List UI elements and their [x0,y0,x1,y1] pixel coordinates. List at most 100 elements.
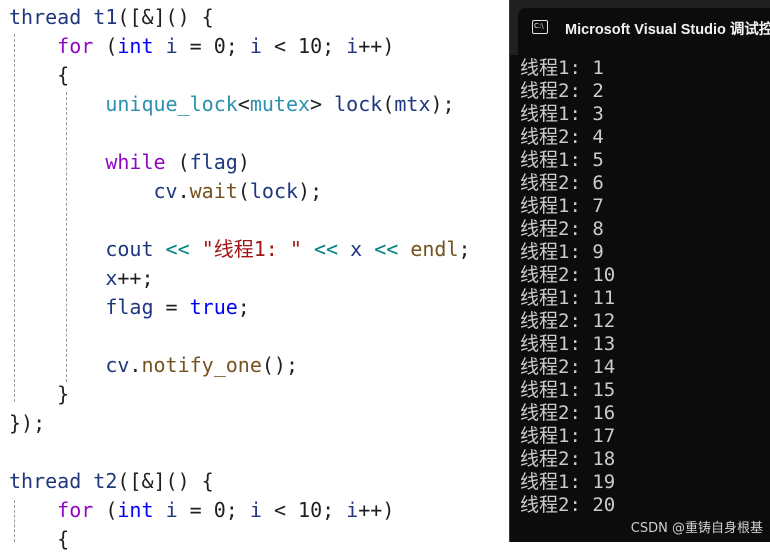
code-token: ( [382,92,395,116]
code-token: lock [334,92,383,116]
code-token: ++) [358,34,395,58]
code-token: thread [9,469,94,493]
code-line[interactable]: { [9,61,69,90]
console-output-line: 线程2: 12 [520,310,616,332]
console-titlebar[interactable]: C:\ Microsoft Visual Studio 调试控 [510,0,770,55]
code-token: < [237,92,250,116]
code-token: ; [458,237,471,261]
code-line[interactable]: thread t2([&]() { [9,467,214,496]
code-token: < 10; [261,34,347,58]
code-token: { [9,63,70,87]
code-token: = 0; [177,34,250,58]
code-token: ([&]() { [117,5,214,29]
console-output-line: 线程1: 11 [520,287,616,309]
code-token: int [117,34,154,58]
code-line[interactable]: } [9,380,69,409]
code-token: mutex [249,92,311,116]
code-token: endl [410,237,459,261]
console-output-line: 线程1: 9 [520,241,604,263]
console-output-line: 线程2: 4 [520,126,604,148]
code-line[interactable]: unique_lock<mutex> lock(mtx); [9,90,455,119]
code-line[interactable]: thread t1([&]() { [9,3,214,32]
code-token: x [105,266,118,290]
code-token: i [346,34,359,58]
console-output-line: 线程2: 16 [520,402,616,424]
code-token: t2 [93,469,118,493]
code-token: << [313,237,339,261]
code-token: ) [237,150,250,174]
code-line[interactable]: flag = true; [9,293,250,322]
console-output-line: 线程2: 6 [520,172,604,194]
code-token: ); [430,92,455,116]
code-token: = [153,295,190,319]
console-output-line: 线程1: 1 [520,57,604,79]
code-line[interactable]: while (flag) [9,148,250,177]
code-line[interactable]: x++; [9,264,153,293]
console-output: 线程1: 1 线程2: 2 线程1: 3 线程2: 4 线程1: 5 线程2: 6 线程1:… [520,57,615,517]
console-output-line: 线程1: 13 [520,333,616,355]
code-token: i [165,34,178,58]
code-token: (); [261,353,299,377]
code-token: unique_lock [105,92,238,116]
code-token: thread [9,5,94,29]
console-output-line: 线程1: 3 [520,103,604,125]
code-token: flag [189,150,238,174]
console-output-line: 线程1: 7 [520,195,604,217]
code-token: while [105,150,166,174]
code-token: ([&]() { [117,469,214,493]
code-token: "线程1: " [201,237,302,261]
code-line[interactable]: for (int i = 0; i < 10; i++) [9,32,394,61]
code-token: > [310,92,335,116]
code-token: i [249,498,262,522]
code-token: { [9,527,70,551]
console-output-line: 线程2: 10 [520,264,616,286]
console-output-line: 线程2: 2 [520,80,604,102]
code-token: lock [249,179,299,203]
code-token: ( [93,34,118,58]
code-token: ; [237,295,250,319]
code-line[interactable]: for (int i = 0; i < 10; i++) [9,496,394,525]
code-token: for [57,498,94,522]
code-line[interactable]: }); [9,409,45,438]
console-app-icon: C:\ [532,20,548,34]
code-line[interactable]: cout << "线程1: " << x << endl; [9,235,471,264]
console-output-line: 线程2: 18 [520,448,616,470]
console-output-line: 线程2: 14 [520,356,616,378]
code-line[interactable]: cv.notify_one(); [9,351,298,380]
debug-console-window[interactable]: C:\ Microsoft Visual Studio 调试控 线程1: 1 线程… [509,0,770,542]
code-token: = 0; [177,498,250,522]
code-line[interactable]: cv.wait(lock); [9,177,323,206]
code-token: cv [105,353,130,377]
code-token: << [165,237,190,261]
code-token: ( [165,150,190,174]
code-token: true [189,295,238,319]
console-output-line: 线程2: 20 [520,494,616,516]
code-token: i [346,498,359,522]
code-token: }); [9,411,46,435]
code-token: . [177,179,190,203]
code-token: } [9,382,70,406]
code-token: flag [105,295,154,319]
code-line[interactable]: { [9,525,69,554]
code-token: . [129,353,142,377]
console-output-line: 线程1: 5 [520,149,604,171]
code-token: ( [93,498,118,522]
code-token: << [374,237,399,261]
code-token: cout [105,237,154,261]
code-token: notify_one [141,353,262,377]
console-title: Microsoft Visual Studio 调试控 [565,22,770,38]
